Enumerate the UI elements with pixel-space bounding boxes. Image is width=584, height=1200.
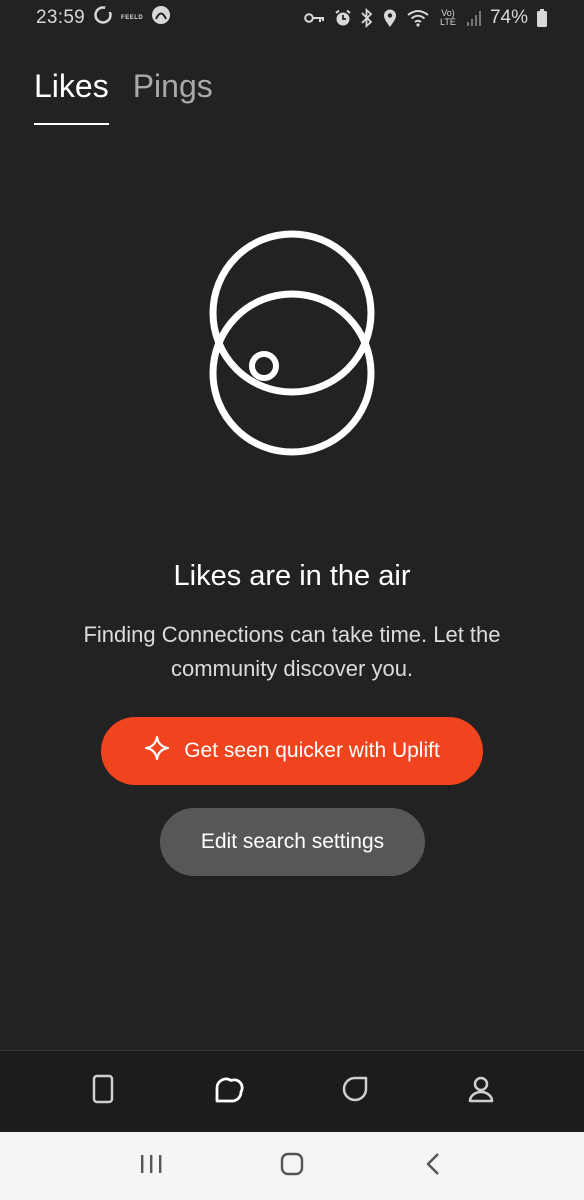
- circle-notification-icon: [93, 5, 113, 31]
- alarm-icon: [334, 9, 352, 27]
- bottom-navigation: [0, 1050, 584, 1132]
- likes-empty-illustration: [200, 225, 384, 457]
- nav-discover[interactable]: [73, 1062, 133, 1122]
- uplift-button[interactable]: Get seen quicker with Uplift: [101, 717, 483, 785]
- volte-label: Vo) LTE: [440, 8, 456, 27]
- profile-icon: [467, 1075, 495, 1108]
- system-navigation-bar: [0, 1132, 584, 1200]
- overlapping-circles-icon: [209, 230, 375, 456]
- empty-state-description: Finding Connections can take time. Let t…: [83, 622, 501, 681]
- status-left: 23:59 FEELD: [36, 5, 171, 31]
- status-bar: 23:59 FEELD Vo) LTE 74%: [0, 0, 584, 36]
- status-right: Vo) LTE 74%: [304, 7, 548, 29]
- uplift-button-label: Get seen quicker with Uplift: [184, 739, 440, 762]
- feeld-notification-label: FEELD: [121, 15, 144, 21]
- edit-search-settings-button[interactable]: Edit search settings: [160, 808, 425, 876]
- nav-profile[interactable]: [451, 1062, 511, 1122]
- back-icon: [425, 1152, 441, 1181]
- tab-bar: Likes Pings: [34, 68, 213, 125]
- bluetooth-icon: [360, 8, 374, 28]
- status-time: 23:59: [36, 7, 86, 28]
- location-icon: [382, 8, 398, 28]
- empty-state-title: Likes are in the air: [173, 560, 411, 592]
- home-icon: [279, 1151, 305, 1182]
- chats-icon: [341, 1075, 369, 1108]
- recents-icon: [139, 1153, 163, 1180]
- battery-percentage: 74%: [489, 7, 528, 28]
- likes-icon: [214, 1074, 244, 1109]
- app-notification-icon: [151, 5, 171, 31]
- signal-icon: [466, 9, 482, 27]
- wifi-icon: [406, 8, 430, 28]
- discover-icon: [92, 1074, 114, 1109]
- tab-likes[interactable]: Likes: [34, 68, 109, 125]
- nav-likes[interactable]: [199, 1062, 259, 1122]
- edit-search-settings-label: Edit search settings: [200, 830, 385, 853]
- sparkle-icon: [144, 735, 170, 767]
- recents-button[interactable]: [121, 1136, 181, 1196]
- back-button[interactable]: [403, 1136, 463, 1196]
- tab-pings[interactable]: Pings: [133, 68, 213, 123]
- nav-chats[interactable]: [325, 1062, 385, 1122]
- key-icon: [304, 11, 326, 25]
- battery-icon: [536, 8, 548, 28]
- home-button[interactable]: [262, 1136, 322, 1196]
